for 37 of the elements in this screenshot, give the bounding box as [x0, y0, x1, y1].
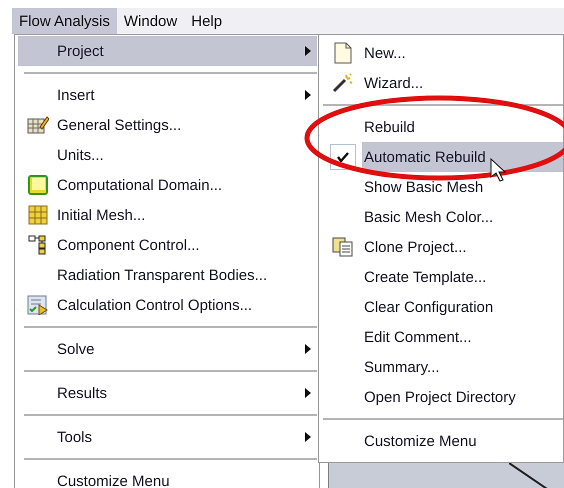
- menu-item[interactable]: Insert: [18, 80, 317, 110]
- menu-item[interactable]: Customize Menu: [323, 426, 563, 456]
- menu-item[interactable]: Project: [18, 36, 317, 66]
- menu-item[interactable]: Radiation Transparent Bodies...: [18, 260, 317, 290]
- magic-wand-icon: [332, 73, 354, 93]
- menu-item[interactable]: Clear Configuration: [323, 292, 563, 322]
- menu-item[interactable]: Open Project Directory: [323, 382, 563, 412]
- new-document-icon: [334, 42, 352, 64]
- menu-bar-item[interactable]: Window: [116, 8, 184, 34]
- mouse-cursor-icon: [490, 158, 506, 182]
- checklist-play-icon: [26, 295, 48, 315]
- domain-box-icon: [28, 175, 48, 195]
- menu-item[interactable]: Computational Domain...: [18, 170, 317, 200]
- menu-item[interactable]: Wizard...: [323, 68, 563, 98]
- menu-item[interactable]: Tools: [18, 422, 317, 452]
- menu-item[interactable]: Component Control...: [18, 230, 317, 260]
- menu-bar-item[interactable]: Flow Analysis: [12, 8, 117, 34]
- menu-item[interactable]: Show Basic Mesh: [323, 172, 563, 202]
- menu-item[interactable]: Edit Comment...: [323, 322, 563, 352]
- settings-table-icon: [26, 115, 48, 135]
- menu-item[interactable]: Customize Menu: [18, 466, 317, 488]
- menu-item[interactable]: Basic Mesh Color...: [323, 202, 563, 232]
- mesh-grid-icon: [28, 205, 48, 225]
- menu-bar-item[interactable]: Help: [184, 8, 230, 34]
- menu-item[interactable]: General Settings...: [18, 110, 317, 140]
- menu-item[interactable]: Clone Project...: [323, 232, 563, 262]
- menu-item[interactable]: Solve: [18, 334, 317, 364]
- menu-item[interactable]: Create Template...: [323, 262, 563, 292]
- component-tree-icon: [28, 235, 48, 255]
- menu-item[interactable]: Initial Mesh...: [18, 200, 317, 230]
- menu-item[interactable]: Units...: [18, 140, 317, 170]
- menu-item[interactable]: New...: [323, 38, 563, 68]
- copy-documents-icon: [332, 237, 354, 257]
- menu-item[interactable]: Rebuild: [323, 112, 563, 142]
- menu-item[interactable]: Summary...: [323, 352, 563, 382]
- menu-item[interactable]: Results: [18, 378, 317, 408]
- menu-item[interactable]: Calculation Control Options...: [18, 290, 317, 320]
